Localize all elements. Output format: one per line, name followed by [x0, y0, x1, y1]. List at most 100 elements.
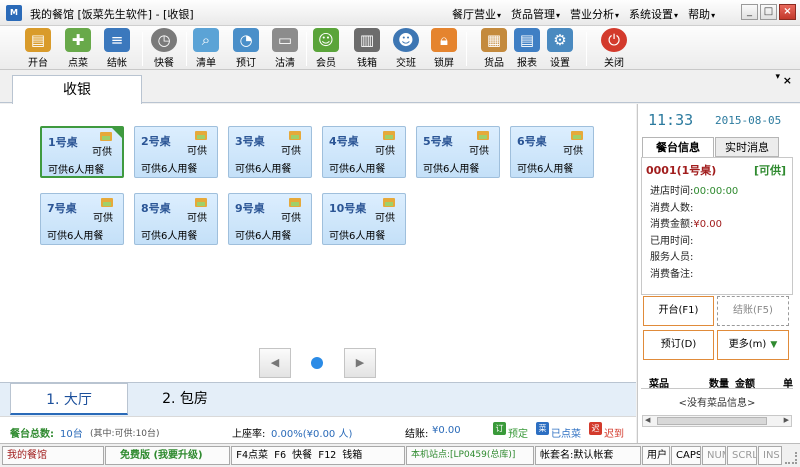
table-capacity: 可供6人用餐 [141, 231, 198, 242]
table-capacity: 可供6人用餐 [235, 164, 292, 175]
page-indicator-dot[interactable] [311, 357, 323, 369]
info-label: 消费备注: [650, 269, 694, 280]
open-table-button[interactable]: ▤ 开台 [20, 28, 56, 69]
order-list-button[interactable]: ⌕ 清单 [188, 28, 224, 69]
reserve-button[interactable]: ◔ 预订 [228, 28, 264, 69]
tab-private-room[interactable]: 2. 包房 [130, 383, 240, 415]
order-button[interactable]: ✚ 点菜 [60, 28, 96, 69]
table-card-3[interactable]: 3号桌 可供 可供6人用餐 [228, 126, 312, 178]
menu-goods[interactable]: 货品管理 [507, 6, 566, 22]
total-value: 10台 [60, 429, 83, 440]
table-status: 可供 [375, 213, 395, 224]
checkout-button[interactable]: ≡ 结帐 [99, 28, 135, 69]
clear-button[interactable]: ▭ 沽清 [267, 28, 303, 69]
date: 2015-08-05 [715, 114, 782, 127]
table-card-7[interactable]: 7号桌 可供 可供6人用餐 [40, 193, 124, 245]
dish-empty-message: <没有菜品信息> [678, 398, 756, 409]
prev-page-button[interactable]: ◀ [259, 348, 291, 378]
fast-food-button[interactable]: ◷ 快餐 [146, 28, 182, 69]
table-status-icon [383, 131, 395, 140]
clipboard-icon: ▭ [272, 28, 298, 52]
table-card-6[interactable]: 6号桌 可供 可供6人用餐 [510, 126, 594, 178]
report-icon: ▤ [514, 28, 540, 52]
table-card-8[interactable]: 8号桌 可供 可供6人用餐 [134, 193, 218, 245]
main-menu: 餐厅营业 货品管理 营业分析 系统设置 帮助 [448, 6, 721, 22]
shift-button[interactable]: ☻ 交班 [388, 28, 424, 69]
reserved-legend-icon: 订 [493, 422, 506, 435]
scroll-right-icon[interactable]: ▶ [784, 416, 789, 424]
tab-table-info[interactable]: 餐台信息 [642, 137, 714, 157]
menu-system[interactable]: 系统设置 [625, 6, 684, 22]
order-icon: ✚ [65, 28, 91, 52]
clock: 11:33 [648, 111, 694, 129]
scroll-left-icon[interactable]: ◀ [645, 416, 650, 424]
table-name: 10号桌 [329, 202, 367, 215]
window-controls: _ □ × [741, 4, 796, 20]
col-dish: 菜品 [649, 379, 669, 390]
settings-button[interactable]: ⚙ 设置 [542, 28, 578, 69]
tab-hall[interactable]: 1. 大厅 [10, 383, 128, 415]
lock-label: 锁屏 [434, 58, 454, 69]
resize-grip-icon[interactable] [785, 452, 797, 464]
table-card-5[interactable]: 5号桌 可供 可供6人用餐 [416, 126, 500, 178]
table-card-2[interactable]: 2号桌 可供 可供6人用餐 [134, 126, 218, 178]
pin-dropdown-icon[interactable]: ▾ [775, 72, 780, 82]
main-toolbar: ▤ 开台 ✚ 点菜 ≡ 结帐 ◷ 快餐 ⌕ 清单 ◔ 预订 ▭ 沽清 ☺ 会员 ▥ 钱箱 ☻ 交班 … [0, 26, 800, 70]
checkout-f5-button[interactable]: 结账(F5) [717, 296, 789, 326]
settings-icon: ⚙ [547, 28, 573, 52]
goods-button[interactable]: ▦ 货品 [476, 28, 512, 69]
table-card-1[interactable]: 1号桌 可供 可供6人用餐 [40, 126, 124, 178]
dish-horizontal-scrollbar[interactable]: ◀ ▶ [642, 415, 792, 427]
table-status-icon [383, 198, 395, 207]
report-button[interactable]: ▤ 报表 [509, 28, 545, 69]
lock-button[interactable]: 🔒︎ 锁屏 [426, 28, 462, 69]
reserve-d-button[interactable]: 预订(D) [643, 330, 714, 360]
clear-label: 沽清 [275, 58, 295, 69]
status-edition-upgrade[interactable]: 免费版 (我要升级) [105, 446, 230, 465]
late-legend-label: 迟到 [604, 429, 624, 440]
scroll-thumb[interactable] [657, 417, 767, 425]
window-close-button[interactable]: × [779, 4, 796, 20]
table-capacity: 可供6人用餐 [329, 164, 386, 175]
menu-restaurant-ops[interactable]: 餐厅营业 [448, 6, 507, 22]
table-name: 4号桌 [329, 135, 359, 148]
menu-analysis[interactable]: 营业分析 [566, 6, 625, 22]
table-card-9[interactable]: 9号桌 可供 可供6人用餐 [228, 193, 312, 245]
table-status-icon [195, 198, 207, 207]
total-label: 餐台总数: [10, 429, 54, 440]
reserve-icon: ◔ [233, 28, 259, 52]
cashbox-icon: ▥ [354, 28, 380, 52]
table-card-4[interactable]: 4号桌 可供 可供6人用餐 [322, 126, 406, 178]
menu-help[interactable]: 帮助 [684, 6, 721, 22]
table-capacity: 可供6人用餐 [329, 231, 386, 242]
close-app-button[interactable]: ⏻ 关闭 [596, 28, 632, 69]
power-icon: ⏻ [601, 28, 627, 52]
checkout-label: 结帐 [107, 58, 127, 69]
member-button[interactable]: ☺ 会员 [308, 28, 344, 69]
status-scrl: SCRL [727, 446, 757, 465]
table-card-10[interactable]: 10号桌 可供 可供6人用餐 [322, 193, 406, 245]
next-page-button[interactable]: ▶ [344, 348, 376, 378]
tab-close-icon[interactable]: × [783, 74, 792, 87]
cashbox-button[interactable]: ▥ 钱箱 [349, 28, 385, 69]
table-status: 可供 [375, 146, 395, 157]
info-row-elapsed: 已用时间: [650, 232, 693, 247]
table-status-icon [101, 198, 113, 207]
table-status-icon [571, 131, 583, 140]
tab-realtime-messages[interactable]: 实时消息 [715, 137, 779, 157]
status-ins: INS [758, 446, 782, 465]
open-table-f1-button[interactable]: 开台(F1) [643, 296, 714, 326]
maximize-button[interactable]: □ [760, 4, 777, 20]
open-table-label: 开台 [28, 58, 48, 69]
table-capacity: 可供6人用餐 [517, 164, 574, 175]
toolbar-separator [306, 32, 307, 66]
title-bar: M 我的餐馆 [饭菜先生软件] - [收银] 餐厅营业 货品管理 营业分析 系统… [0, 0, 800, 26]
ordered-legend-label: 已点菜 [551, 429, 581, 440]
info-value: 00:00:00 [693, 186, 739, 197]
minimize-button[interactable]: _ [741, 4, 758, 20]
tab-cashier[interactable]: 收银 [12, 75, 142, 105]
status-caps: CAPS [671, 446, 701, 465]
more-button[interactable]: 更多(m) ▼ [717, 330, 789, 360]
table-status-icon [289, 131, 301, 140]
info-value: ¥0.00 [693, 219, 723, 230]
